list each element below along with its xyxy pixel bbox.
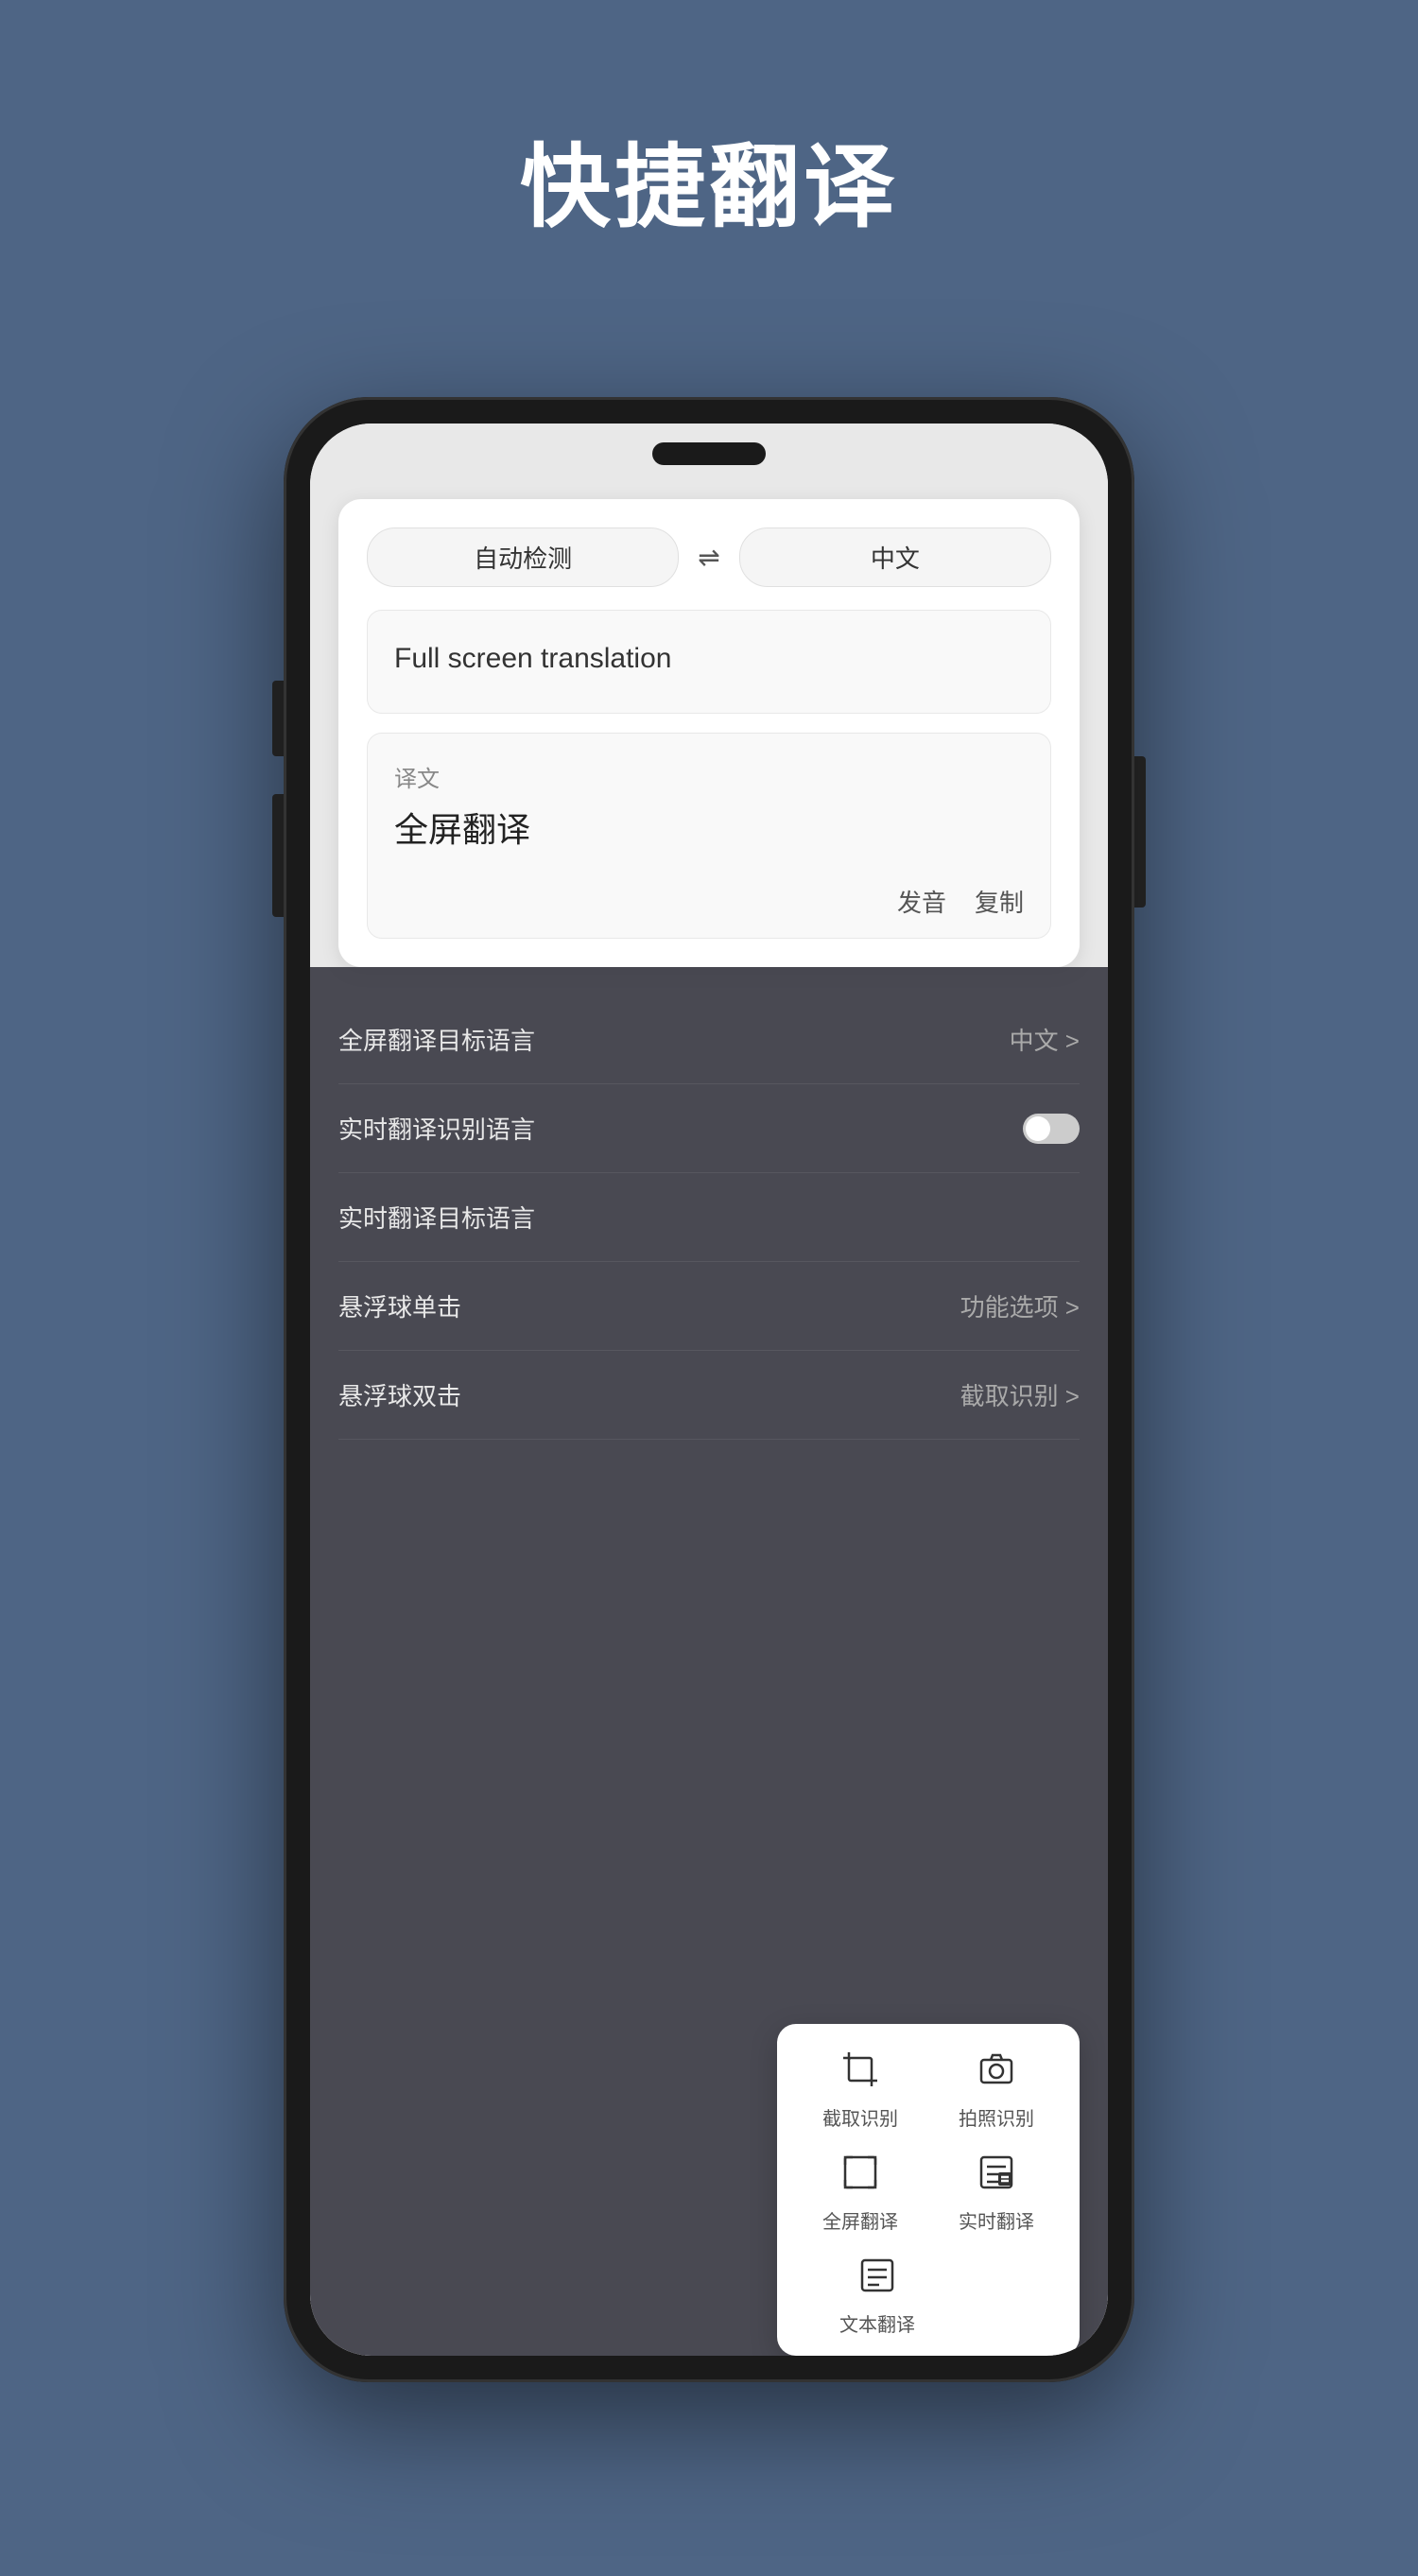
fullscreen-icon (834, 2146, 887, 2199)
target-language-button[interactable]: 中文 (739, 527, 1051, 587)
side-button-top (272, 681, 284, 756)
pronounce-button[interactable]: 发音 (897, 884, 946, 919)
toggle-realtime-source[interactable] (1023, 1114, 1080, 1144)
settings-value: 功能选项 > (960, 1288, 1080, 1323)
translation-card: 自动检测 ⇌ 中文 Full screen translation 译文 全屏翻… (338, 499, 1080, 967)
source-language-button[interactable]: 自动检测 (367, 527, 679, 587)
source-text: Full screen translation (394, 637, 1024, 680)
settings-area: 全屏翻译目标语言 中文 > 实时翻译识别语言 实时翻译目标语言 悬浮球单击 功能… (310, 967, 1108, 2356)
menu-item-camera[interactable]: 拍照识别 (940, 2043, 1053, 2131)
text-icon (851, 2249, 904, 2302)
menu-item-label: 文本翻译 (839, 2309, 915, 2337)
settings-label: 实时翻译识别语言 (338, 1111, 535, 1146)
camera-icon (970, 2043, 1023, 2096)
phone-mockup: 自动检测 ⇌ 中文 Full screen translation 译文 全屏翻… (284, 397, 1134, 2382)
menu-row-3: 文本翻译 (792, 2249, 1064, 2337)
floating-action-menu: 截取识别 拍照识别 (777, 2024, 1080, 2356)
menu-item-text[interactable]: 文本翻译 (821, 2249, 934, 2337)
result-label: 译文 (394, 760, 1024, 793)
menu-row-2: 全屏翻译 (792, 2146, 1064, 2234)
menu-item-label: 截取识别 (822, 2103, 898, 2131)
menu-item-label: 实时翻译 (959, 2206, 1034, 2234)
result-actions: 发音 复制 (394, 884, 1024, 919)
settings-value: 截取识别 > (960, 1377, 1080, 1412)
menu-item-label: 全屏翻译 (822, 2206, 898, 2234)
swap-languages-icon[interactable]: ⇌ (698, 542, 719, 573)
settings-item-ball-double[interactable]: 悬浮球双击 截取识别 > (338, 1351, 1080, 1440)
settings-item-realtime-target[interactable]: 实时翻译目标语言 (338, 1173, 1080, 1262)
camera-notch (652, 442, 766, 465)
settings-label: 悬浮球单击 (338, 1288, 461, 1323)
source-text-box[interactable]: Full screen translation (367, 610, 1051, 714)
crop-icon (834, 2043, 887, 2096)
side-button-volume (272, 794, 284, 917)
result-box: 译文 全屏翻译 发音 复制 (367, 733, 1051, 939)
settings-item-realtime-source[interactable]: 实时翻译识别语言 (338, 1084, 1080, 1173)
result-text: 全屏翻译 (394, 804, 1024, 856)
settings-label: 实时翻译目标语言 (338, 1200, 535, 1235)
settings-item-ball-single[interactable]: 悬浮球单击 功能选项 > (338, 1262, 1080, 1351)
menu-row-1: 截取识别 拍照识别 (792, 2043, 1064, 2131)
settings-label: 悬浮球双击 (338, 1377, 461, 1412)
menu-item-realtime[interactable]: 实时翻译 (940, 2146, 1053, 2234)
menu-item-crop[interactable]: 截取识别 (804, 2043, 917, 2131)
menu-item-label: 拍照识别 (959, 2103, 1034, 2131)
screen-content: 自动检测 ⇌ 中文 Full screen translation 译文 全屏翻… (310, 424, 1108, 2356)
page-title: 快捷翻译 (0, 0, 1418, 245)
side-button-power (1134, 756, 1146, 908)
realtime-icon (970, 2146, 1023, 2199)
settings-label: 全屏翻译目标语言 (338, 1022, 535, 1057)
menu-item-fullscreen[interactable]: 全屏翻译 (804, 2146, 917, 2234)
copy-button[interactable]: 复制 (975, 884, 1024, 919)
settings-value: 中文 > (1010, 1022, 1080, 1057)
settings-item-fullscreen-lang[interactable]: 全屏翻译目标语言 中文 > (338, 995, 1080, 1084)
phone-screen: 自动检测 ⇌ 中文 Full screen translation 译文 全屏翻… (310, 424, 1108, 2356)
language-selector: 自动检测 ⇌ 中文 (367, 527, 1051, 587)
